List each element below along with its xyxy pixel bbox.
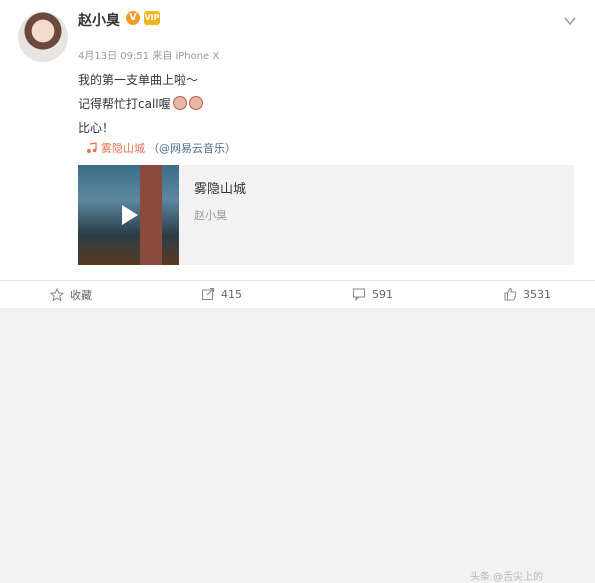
post-text-line: 我的第一支单曲上啦～ — [78, 73, 199, 87]
like-count: 3531 — [523, 287, 551, 301]
favorite-label: 收藏 — [70, 289, 92, 302]
song-title[interactable]: 雾隐山城 — [194, 178, 246, 197]
post-text-line: 记得帮忙打call喔 — [78, 95, 203, 112]
post-text: 记得帮忙打call喔 — [78, 97, 171, 111]
chevron-down-icon[interactable] — [563, 14, 577, 28]
user-badges: V VIP — [126, 11, 160, 25]
music-link[interactable]: 雾隐山城 （@网易云音乐） — [86, 140, 236, 156]
music-link-source[interactable]: （@网易云音乐） — [148, 140, 236, 156]
album-cover[interactable] — [78, 165, 179, 265]
vip-badge-icon: VIP — [144, 11, 160, 25]
share-icon — [202, 288, 214, 300]
comment-icon — [353, 288, 365, 301]
username[interactable]: 赵小臭 — [78, 10, 120, 30]
post-meta: 4月13日 09:51 来自 iPhone X — [78, 51, 220, 62]
share-count: 415 — [221, 287, 242, 301]
watermark: 头条 @舌尖上的 — [470, 572, 544, 583]
avatar[interactable] — [18, 12, 68, 62]
like-button[interactable]: 3531 — [503, 287, 551, 301]
star-icon — [50, 288, 64, 302]
song-artist: 赵小臭 — [194, 209, 227, 222]
music-link-title[interactable]: 雾隐山城 — [101, 140, 145, 156]
share-button[interactable]: 415 — [201, 287, 242, 301]
music-note-icon — [87, 142, 97, 153]
music-card[interactable]: 雾隐山城 赵小臭 — [78, 165, 574, 265]
play-icon[interactable] — [122, 205, 138, 225]
comment-count: 591 — [372, 287, 393, 301]
weibo-post-card: 赵小臭 V VIP 4月13日 09:51 来自 iPhone X 我的第一支单… — [0, 0, 595, 280]
favorite-button[interactable]: 收藏 — [50, 287, 92, 303]
action-bar: 收藏 415 591 3531 头条 @舌尖上的 — [0, 280, 595, 583]
comment-button[interactable]: 591 — [352, 287, 393, 301]
emoji-icon — [172, 96, 187, 110]
emoji-icon — [188, 96, 203, 110]
post-text-line: 比心！ — [78, 121, 115, 135]
verified-badge-icon: V — [126, 11, 140, 25]
cover-building — [140, 165, 162, 265]
thumbs-up-icon — [504, 287, 517, 301]
